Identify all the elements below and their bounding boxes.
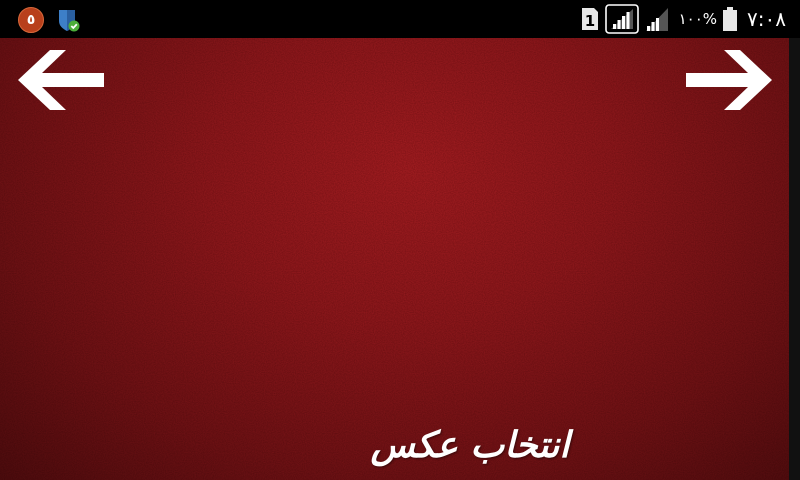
back-button[interactable] bbox=[16, 48, 106, 112]
choose-photo-button[interactable]: انتخاب عکس bbox=[340, 420, 600, 472]
notification-count-badge[interactable]: ٥ bbox=[18, 7, 44, 33]
clock: ٧:٠٨ bbox=[747, 7, 786, 31]
shield-check-icon[interactable] bbox=[56, 8, 80, 32]
status-bar-right: 1 ١٠٠% ٧:٠٨ bbox=[581, 4, 786, 34]
app-content: انتخاب عکس bbox=[0, 38, 789, 480]
status-bar-left: ٥ bbox=[18, 7, 80, 33]
sim-card-icon: 1 bbox=[581, 8, 598, 30]
sim-slot-number: 1 bbox=[584, 12, 594, 30]
background-texture bbox=[0, 38, 789, 480]
battery-icon bbox=[723, 7, 738, 31]
arrow-right-icon bbox=[686, 50, 772, 110]
signal-strength-icon-secondary bbox=[645, 8, 668, 31]
screen-right-edge bbox=[789, 38, 800, 480]
forward-button[interactable] bbox=[684, 48, 774, 112]
status-bar: ٥ 1 ١٠٠% ٧:٠٨ bbox=[0, 0, 800, 38]
signal-strength-icon bbox=[604, 4, 639, 34]
battery-percent: ١٠٠% bbox=[678, 10, 718, 28]
arrow-left-icon bbox=[18, 50, 104, 110]
screen: ٥ 1 ١٠٠% ٧:٠٨ انتخاب عکس bbox=[0, 0, 800, 480]
